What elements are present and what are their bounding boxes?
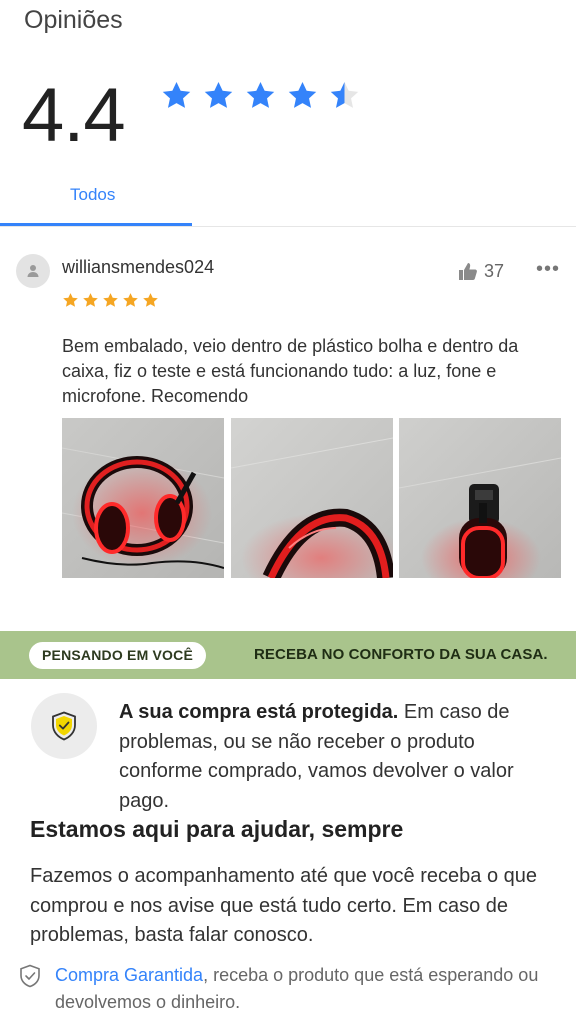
thumbs-up-icon xyxy=(459,263,477,280)
star-half-icon xyxy=(328,80,361,112)
review-text: Bem embalado, veio dentro de plástico bo… xyxy=(62,336,519,406)
star-icon xyxy=(63,293,78,307)
review-photo-2[interactable] xyxy=(231,418,393,578)
help-text: Fazemos o acompanhamento até que você re… xyxy=(30,865,537,946)
protection-bold: A sua compra está protegida. xyxy=(119,701,399,723)
protection-badge xyxy=(31,693,97,759)
star-icon xyxy=(123,293,138,307)
tab-todos[interactable]: Todos xyxy=(70,185,115,205)
banner-text: RECEBA NO CONFORTO DA SUA CASA. xyxy=(254,646,548,663)
tab-active-indicator xyxy=(0,223,192,226)
tab-divider xyxy=(0,226,576,227)
shield-check-icon xyxy=(52,711,76,741)
avatar xyxy=(16,254,50,288)
like-count: 37 xyxy=(484,261,505,281)
help-title: Estamos aqui para ajudar, sempre xyxy=(30,816,404,842)
guarantee-text: Compra Garantida, receba o produto que e… xyxy=(55,962,570,1016)
average-rating: 4.4 xyxy=(22,73,126,158)
like-button[interactable]: 37 xyxy=(458,261,504,282)
review-username: williansmendes024 xyxy=(62,257,215,277)
more-icon[interactable]: ••• xyxy=(536,258,560,281)
star-icon xyxy=(202,80,235,112)
star-icon xyxy=(160,80,193,112)
banner-pill: PENSANDO EM VOCÊ xyxy=(29,642,206,669)
review-photo-3[interactable] xyxy=(399,418,561,578)
average-stars xyxy=(160,80,361,112)
protection-text: A sua compra está protegida. Em caso de … xyxy=(119,698,559,816)
star-icon xyxy=(103,293,118,307)
star-icon xyxy=(143,293,158,307)
review-photo-1[interactable] xyxy=(62,418,224,578)
review-stars xyxy=(62,292,159,309)
shield-outline-icon xyxy=(19,964,41,993)
star-icon xyxy=(83,293,98,307)
section-title: Opiniões xyxy=(24,6,123,34)
guarantee-link[interactable]: Compra Garantida xyxy=(55,965,203,985)
user-icon xyxy=(27,265,39,277)
star-icon xyxy=(244,80,277,112)
star-icon xyxy=(286,80,319,112)
